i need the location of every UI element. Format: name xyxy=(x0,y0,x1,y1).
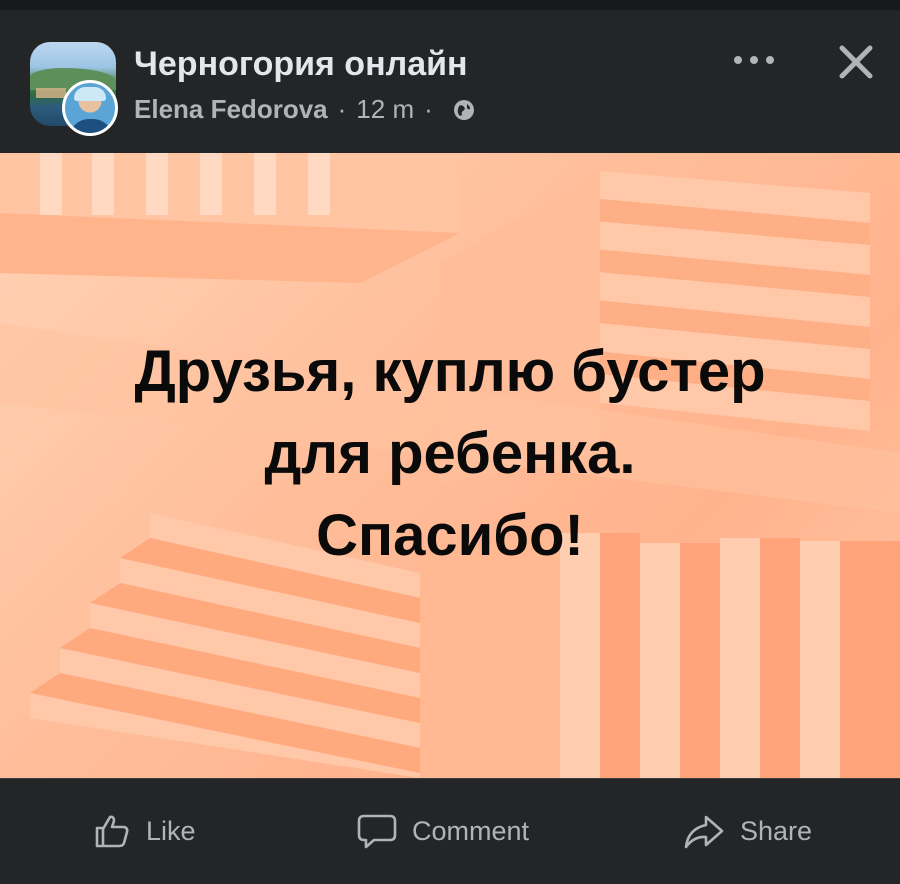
author-avatar[interactable] xyxy=(62,80,118,136)
close-icon[interactable] xyxy=(836,42,876,82)
post-text-line: для ребенка. xyxy=(264,421,636,486)
comment-label: Comment xyxy=(412,815,530,846)
globe-icon[interactable] xyxy=(453,99,475,121)
comment-button[interactable]: Comment xyxy=(356,809,529,853)
group-avatar[interactable] xyxy=(30,42,120,136)
post-header: Черногория онлайн Elena Fedorova · 12 m … xyxy=(0,10,900,153)
speech-bubble-icon xyxy=(357,814,397,849)
more-icon[interactable] xyxy=(734,46,774,74)
status-bar-strip xyxy=(0,0,900,10)
post-text-line: Спасибо! xyxy=(316,503,584,568)
share-arrow-icon xyxy=(684,815,724,849)
author-name[interactable]: Elena Fedorova xyxy=(134,94,328,125)
group-name[interactable]: Черногория онлайн xyxy=(134,45,468,84)
post-meta: Elena Fedorova · 12 m · xyxy=(134,94,475,125)
share-button[interactable]: Share xyxy=(682,809,812,853)
post-actions-bar: Like Comment Share xyxy=(0,778,900,884)
share-label: Share xyxy=(740,815,813,846)
meta-separator-2: · xyxy=(424,94,433,124)
meta-separator: · xyxy=(337,94,347,124)
post-text-line: Друзья, куплю бустер xyxy=(134,339,766,404)
post-background-image: Друзья, куплю бустер для ребенка. Спасиб… xyxy=(0,153,900,778)
like-label: Like xyxy=(146,815,196,846)
post-time[interactable]: 12 m xyxy=(356,94,414,125)
post-text: Друзья, куплю бустер для ребенка. Спасиб… xyxy=(0,331,900,577)
thumbs-up-icon xyxy=(95,815,129,848)
like-button[interactable]: Like xyxy=(92,809,196,853)
